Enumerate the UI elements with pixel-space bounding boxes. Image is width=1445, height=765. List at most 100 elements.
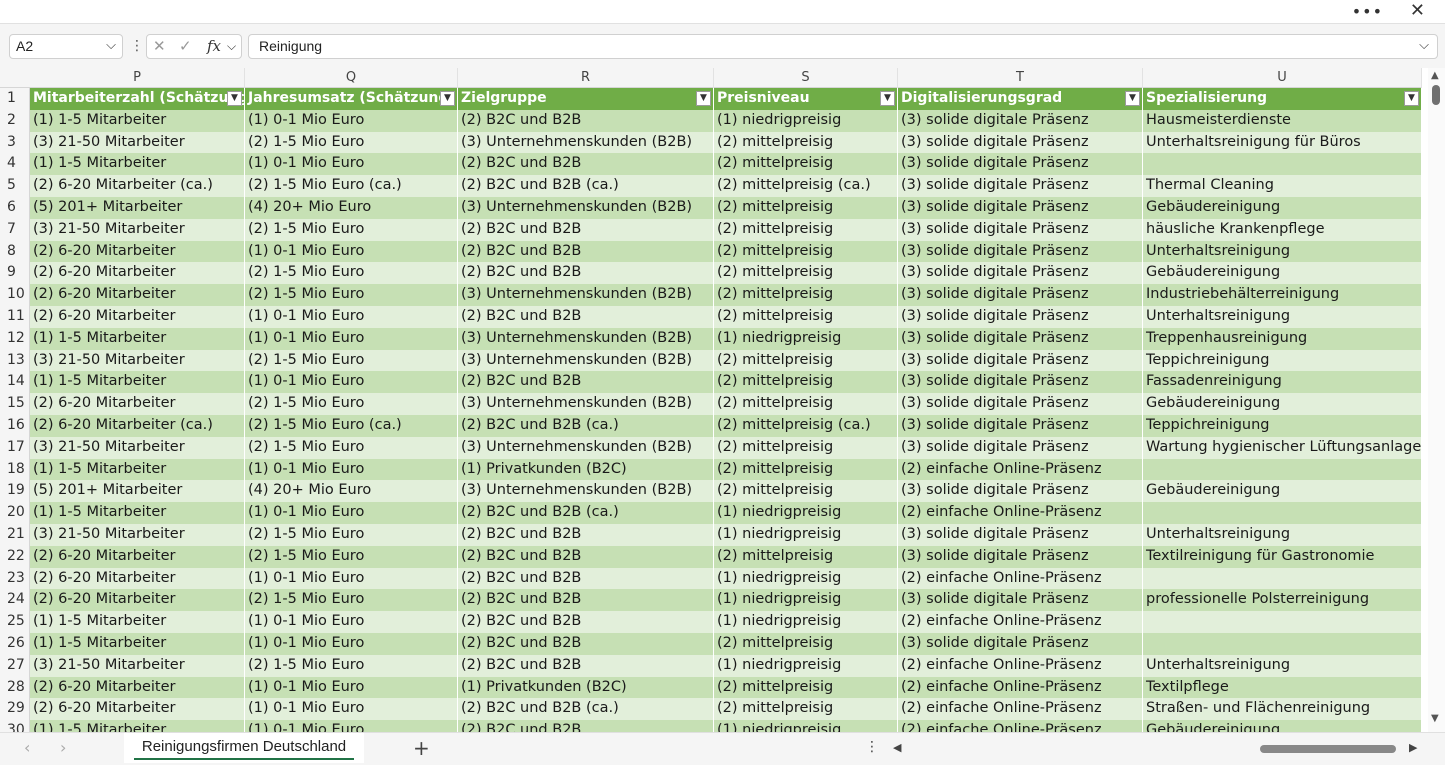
table-cell[interactable]: (2) einfache Online-Präsenz [898, 698, 1143, 721]
table-cell[interactable]: (2) 1-5 Mio Euro [245, 262, 458, 285]
scroll-right-icon[interactable]: ▶ [1409, 741, 1417, 754]
table-cell[interactable]: (1) niedrigpreisig [714, 589, 898, 612]
next-sheet-icon[interactable]: › [60, 738, 66, 757]
table-cell[interactable]: (3) Unternehmenskunden (B2B) [458, 197, 714, 219]
table-cell[interactable]: (2) B2C und B2B (ca.) [458, 502, 714, 524]
row-number[interactable]: 17 [0, 436, 30, 459]
table-cell[interactable]: (3) 21-50 Mitarbeiter [30, 349, 245, 372]
table-cell[interactable]: (2) 1-5 Mio Euro [245, 524, 458, 546]
table-cell[interactable]: (2) mittelpreisig [714, 262, 898, 285]
table-cell[interactable]: (3) solide digitale Präsenz [898, 306, 1143, 328]
table-cell[interactable]: (2) einfache Online-Präsenz [898, 720, 1143, 732]
header-cell[interactable]: Spezialisierung ▼ [1143, 88, 1422, 110]
header-cell[interactable]: Zielgruppe ▼ [458, 88, 714, 110]
table-cell[interactable]: (2) einfache Online-Präsenz [898, 676, 1143, 699]
row-number[interactable]: 23 [0, 567, 30, 590]
table-cell[interactable]: (1) 1-5 Mitarbeiter [30, 611, 245, 633]
table-cell[interactable]: (3) solide digitale Präsenz [898, 131, 1143, 154]
tab-more-icon[interactable]: ⋮ [865, 739, 879, 755]
table-cell[interactable]: Unterhaltsreinigung für Büros [1143, 131, 1422, 154]
table-cell[interactable]: (2) 1-5 Mio Euro [245, 545, 458, 568]
table-cell[interactable]: (2) mittelpreisig [714, 197, 898, 219]
table-cell[interactable]: (2) einfache Online-Präsenz [898, 502, 1143, 524]
table-cell[interactable]: (2) mittelpreisig [714, 545, 898, 568]
row-number[interactable]: 6 [0, 197, 30, 219]
table-cell[interactable]: (2) 6-20 Mitarbeiter [30, 262, 245, 285]
table-cell[interactable]: häusliche Krankenpflege [1143, 218, 1422, 241]
table-cell[interactable]: (2) 6-20 Mitarbeiter [30, 240, 245, 263]
table-cell[interactable]: (3) solide digitale Präsenz [898, 262, 1143, 285]
table-cell[interactable]: (2) mittelpreisig [714, 131, 898, 154]
table-cell[interactable]: (1) 0-1 Mio Euro [245, 306, 458, 328]
column-letter-p[interactable]: P [30, 68, 245, 88]
scroll-down-icon[interactable]: ▼ [1431, 713, 1439, 724]
table-cell[interactable]: (2) 1-5 Mio Euro [245, 131, 458, 154]
table-cell[interactable]: (3) solide digitale Präsenz [898, 371, 1143, 394]
table-cell[interactable]: (2) B2C und B2B [458, 153, 714, 176]
table-cell[interactable]: (2) 1-5 Mio Euro [245, 436, 458, 459]
table-cell[interactable]: (3) solide digitale Präsenz [898, 524, 1143, 546]
filter-dropdown-icon[interactable]: ▼ [440, 91, 455, 106]
column-letter-u[interactable]: U [1143, 68, 1422, 88]
table-cell[interactable]: (2) einfache Online-Präsenz [898, 567, 1143, 590]
table-cell[interactable]: (2) 6-20 Mitarbeiter [30, 676, 245, 699]
table-cell[interactable]: (5) 201+ Mitarbeiter [30, 197, 245, 219]
table-cell[interactable]: (1) 1-5 Mitarbeiter [30, 153, 245, 176]
table-cell[interactable]: Unterhaltsreinigung [1143, 306, 1422, 328]
table-cell[interactable]: (2) B2C und B2B [458, 240, 714, 263]
table-cell[interactable]: Textilpflege [1143, 676, 1422, 699]
table-cell[interactable]: (2) 6-20 Mitarbeiter [30, 589, 245, 612]
header-cell[interactable]: Jahresumsatz (Schätzung) ▼ [245, 88, 458, 110]
table-cell[interactable]: (2) B2C und B2B [458, 524, 714, 546]
cancel-icon[interactable]: ✕ [153, 37, 166, 55]
table-cell[interactable]: (1) 0-1 Mio Euro [245, 698, 458, 721]
table-cell[interactable]: (2) mittelpreisig [714, 676, 898, 699]
table-cell[interactable]: (2) B2C und B2B [458, 262, 714, 285]
table-cell[interactable]: (1) 1-5 Mitarbeiter [30, 458, 245, 481]
table-cell[interactable]: (2) 6-20 Mitarbeiter [30, 567, 245, 590]
table-cell[interactable]: (1) 0-1 Mio Euro [245, 371, 458, 394]
table-cell[interactable]: (4) 20+ Mio Euro [245, 197, 458, 219]
table-cell[interactable]: (1) 0-1 Mio Euro [245, 109, 458, 132]
table-cell[interactable]: (3) solide digitale Präsenz [898, 545, 1143, 568]
table-cell[interactable]: (2) mittelpreisig [714, 349, 898, 372]
table-cell[interactable]: (2) B2C und B2B [458, 567, 714, 590]
table-cell[interactable]: (2) mittelpreisig [714, 458, 898, 481]
row-number[interactable]: 16 [0, 415, 30, 437]
row-number[interactable]: 21 [0, 524, 30, 546]
table-cell[interactable]: (1) niedrigpreisig [714, 502, 898, 524]
row-number[interactable]: 2 [0, 109, 30, 132]
table-cell[interactable]: (2) B2C und B2B [458, 654, 714, 677]
table-cell[interactable]: Unterhaltsreinigung [1143, 654, 1422, 677]
table-cell[interactable]: (2) B2C und B2B [458, 306, 714, 328]
table-cell[interactable]: (2) einfache Online-Präsenz [898, 458, 1143, 481]
table-cell[interactable]: (2) mittelpreisig [714, 698, 898, 721]
table-cell[interactable]: Unterhaltsreinigung [1143, 524, 1422, 546]
row-number[interactable]: 30 [0, 720, 30, 732]
row-number[interactable]: 5 [0, 175, 30, 197]
table-cell[interactable]: (3) Unternehmenskunden (B2B) [458, 349, 714, 372]
row-number[interactable]: 10 [0, 284, 30, 306]
table-cell[interactable] [1143, 502, 1422, 524]
table-cell[interactable]: Gebäudereinigung [1143, 393, 1422, 415]
table-cell[interactable]: Gebäudereinigung [1143, 262, 1422, 285]
table-cell[interactable]: (2) mittelpreisig [714, 218, 898, 241]
table-cell[interactable]: (2) B2C und B2B [458, 633, 714, 655]
add-sheet-button[interactable]: + [413, 736, 430, 760]
row-number[interactable]: 28 [0, 676, 30, 699]
table-cell[interactable]: (1) niedrigpreisig [714, 567, 898, 590]
table-cell[interactable]: (3) solide digitale Präsenz [898, 284, 1143, 306]
filter-dropdown-icon[interactable]: ▼ [1404, 91, 1419, 106]
filter-dropdown-icon[interactable]: ▼ [696, 91, 711, 106]
header-cell[interactable]: Mitarbeiterzahl (Schätzung) ▼ [30, 88, 245, 110]
table-cell[interactable] [1143, 153, 1422, 176]
row-number[interactable]: 1 [0, 88, 30, 110]
row-number[interactable]: 24 [0, 589, 30, 612]
table-cell[interactable] [1143, 458, 1422, 481]
table-cell[interactable]: (1) 0-1 Mio Euro [245, 327, 458, 350]
table-cell[interactable]: (1) 0-1 Mio Euro [245, 720, 458, 732]
table-cell[interactable]: (2) 1-5 Mio Euro [245, 218, 458, 241]
chevron-down-icon[interactable]: ⌵ [106, 37, 116, 53]
scroll-left-icon[interactable]: ◀ [893, 741, 901, 754]
filter-dropdown-icon[interactable]: ▼ [880, 91, 895, 106]
